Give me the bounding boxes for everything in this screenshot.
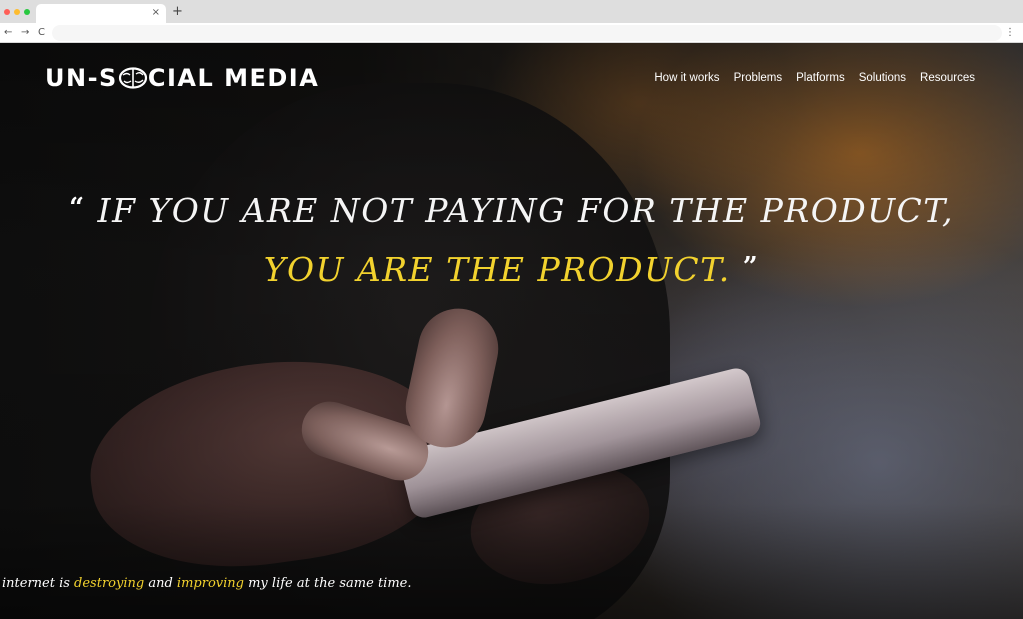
nav-problems[interactable]: Problems	[734, 70, 783, 86]
open-quote-mark: “	[69, 193, 86, 223]
browser-chrome: × + ← → C ⋮	[0, 0, 1023, 43]
logo-text-start: UN-S	[45, 64, 118, 92]
nav-platforms[interactable]: Platforms	[796, 70, 845, 86]
close-window-dot[interactable]	[4, 9, 10, 15]
forward-arrow-icon[interactable]: →	[21, 26, 29, 40]
close-quote-mark: ”	[742, 252, 760, 282]
minimize-window-dot[interactable]	[14, 9, 20, 15]
quote-line-1-text: IF YOU ARE NOT PAYING FOR THE PRODUCT,	[97, 191, 954, 230]
logo-text-end: CIAL MEDIA	[147, 64, 320, 92]
site-logo[interactable]: UN-S CIAL MEDIA	[45, 63, 319, 96]
browser-tab[interactable]: ×	[36, 4, 166, 23]
nav-how-it-works[interactable]: How it works	[654, 70, 719, 86]
brain-icon	[118, 66, 148, 96]
nav-resources[interactable]: Resources	[920, 70, 975, 86]
browser-menu-icon[interactable]: ⋮	[1005, 26, 1015, 40]
tagline-part-3: my life at the same time.	[243, 576, 412, 591]
tab-close-icon[interactable]: ×	[152, 6, 160, 20]
tagline-part-1: internet is	[2, 576, 75, 591]
back-arrow-icon[interactable]: ←	[4, 26, 12, 40]
hero-quote-line-1: “ IF YOU ARE NOT PAYING FOR THE PRODUCT,	[0, 188, 1023, 231]
tagline-part-2: and	[144, 576, 177, 591]
reload-icon[interactable]: C	[38, 26, 45, 40]
quote-line-2-text: YOU ARE THE PRODUCT.	[263, 250, 731, 289]
nav-solutions[interactable]: Solutions	[859, 70, 906, 86]
hero-tagline: internet is destroying and improving my …	[2, 575, 412, 593]
tab-bar: × +	[0, 0, 1023, 23]
tagline-highlight-destroying: destroying	[74, 576, 145, 591]
main-nav: How it works Problems Platforms Solution…	[654, 70, 975, 86]
hero-section: UN-S CIAL MEDIA How it works Problems Pl…	[0, 43, 1023, 619]
url-input[interactable]	[52, 25, 1002, 41]
address-bar: ← → C ⋮	[0, 23, 1023, 43]
maximize-window-dot[interactable]	[24, 9, 30, 15]
hero-overlay	[0, 43, 1023, 619]
new-tab-button[interactable]: +	[172, 4, 183, 20]
hero-quote-line-2: YOU ARE THE PRODUCT. ”	[0, 247, 1023, 290]
tagline-highlight-improving: improving	[176, 576, 244, 591]
